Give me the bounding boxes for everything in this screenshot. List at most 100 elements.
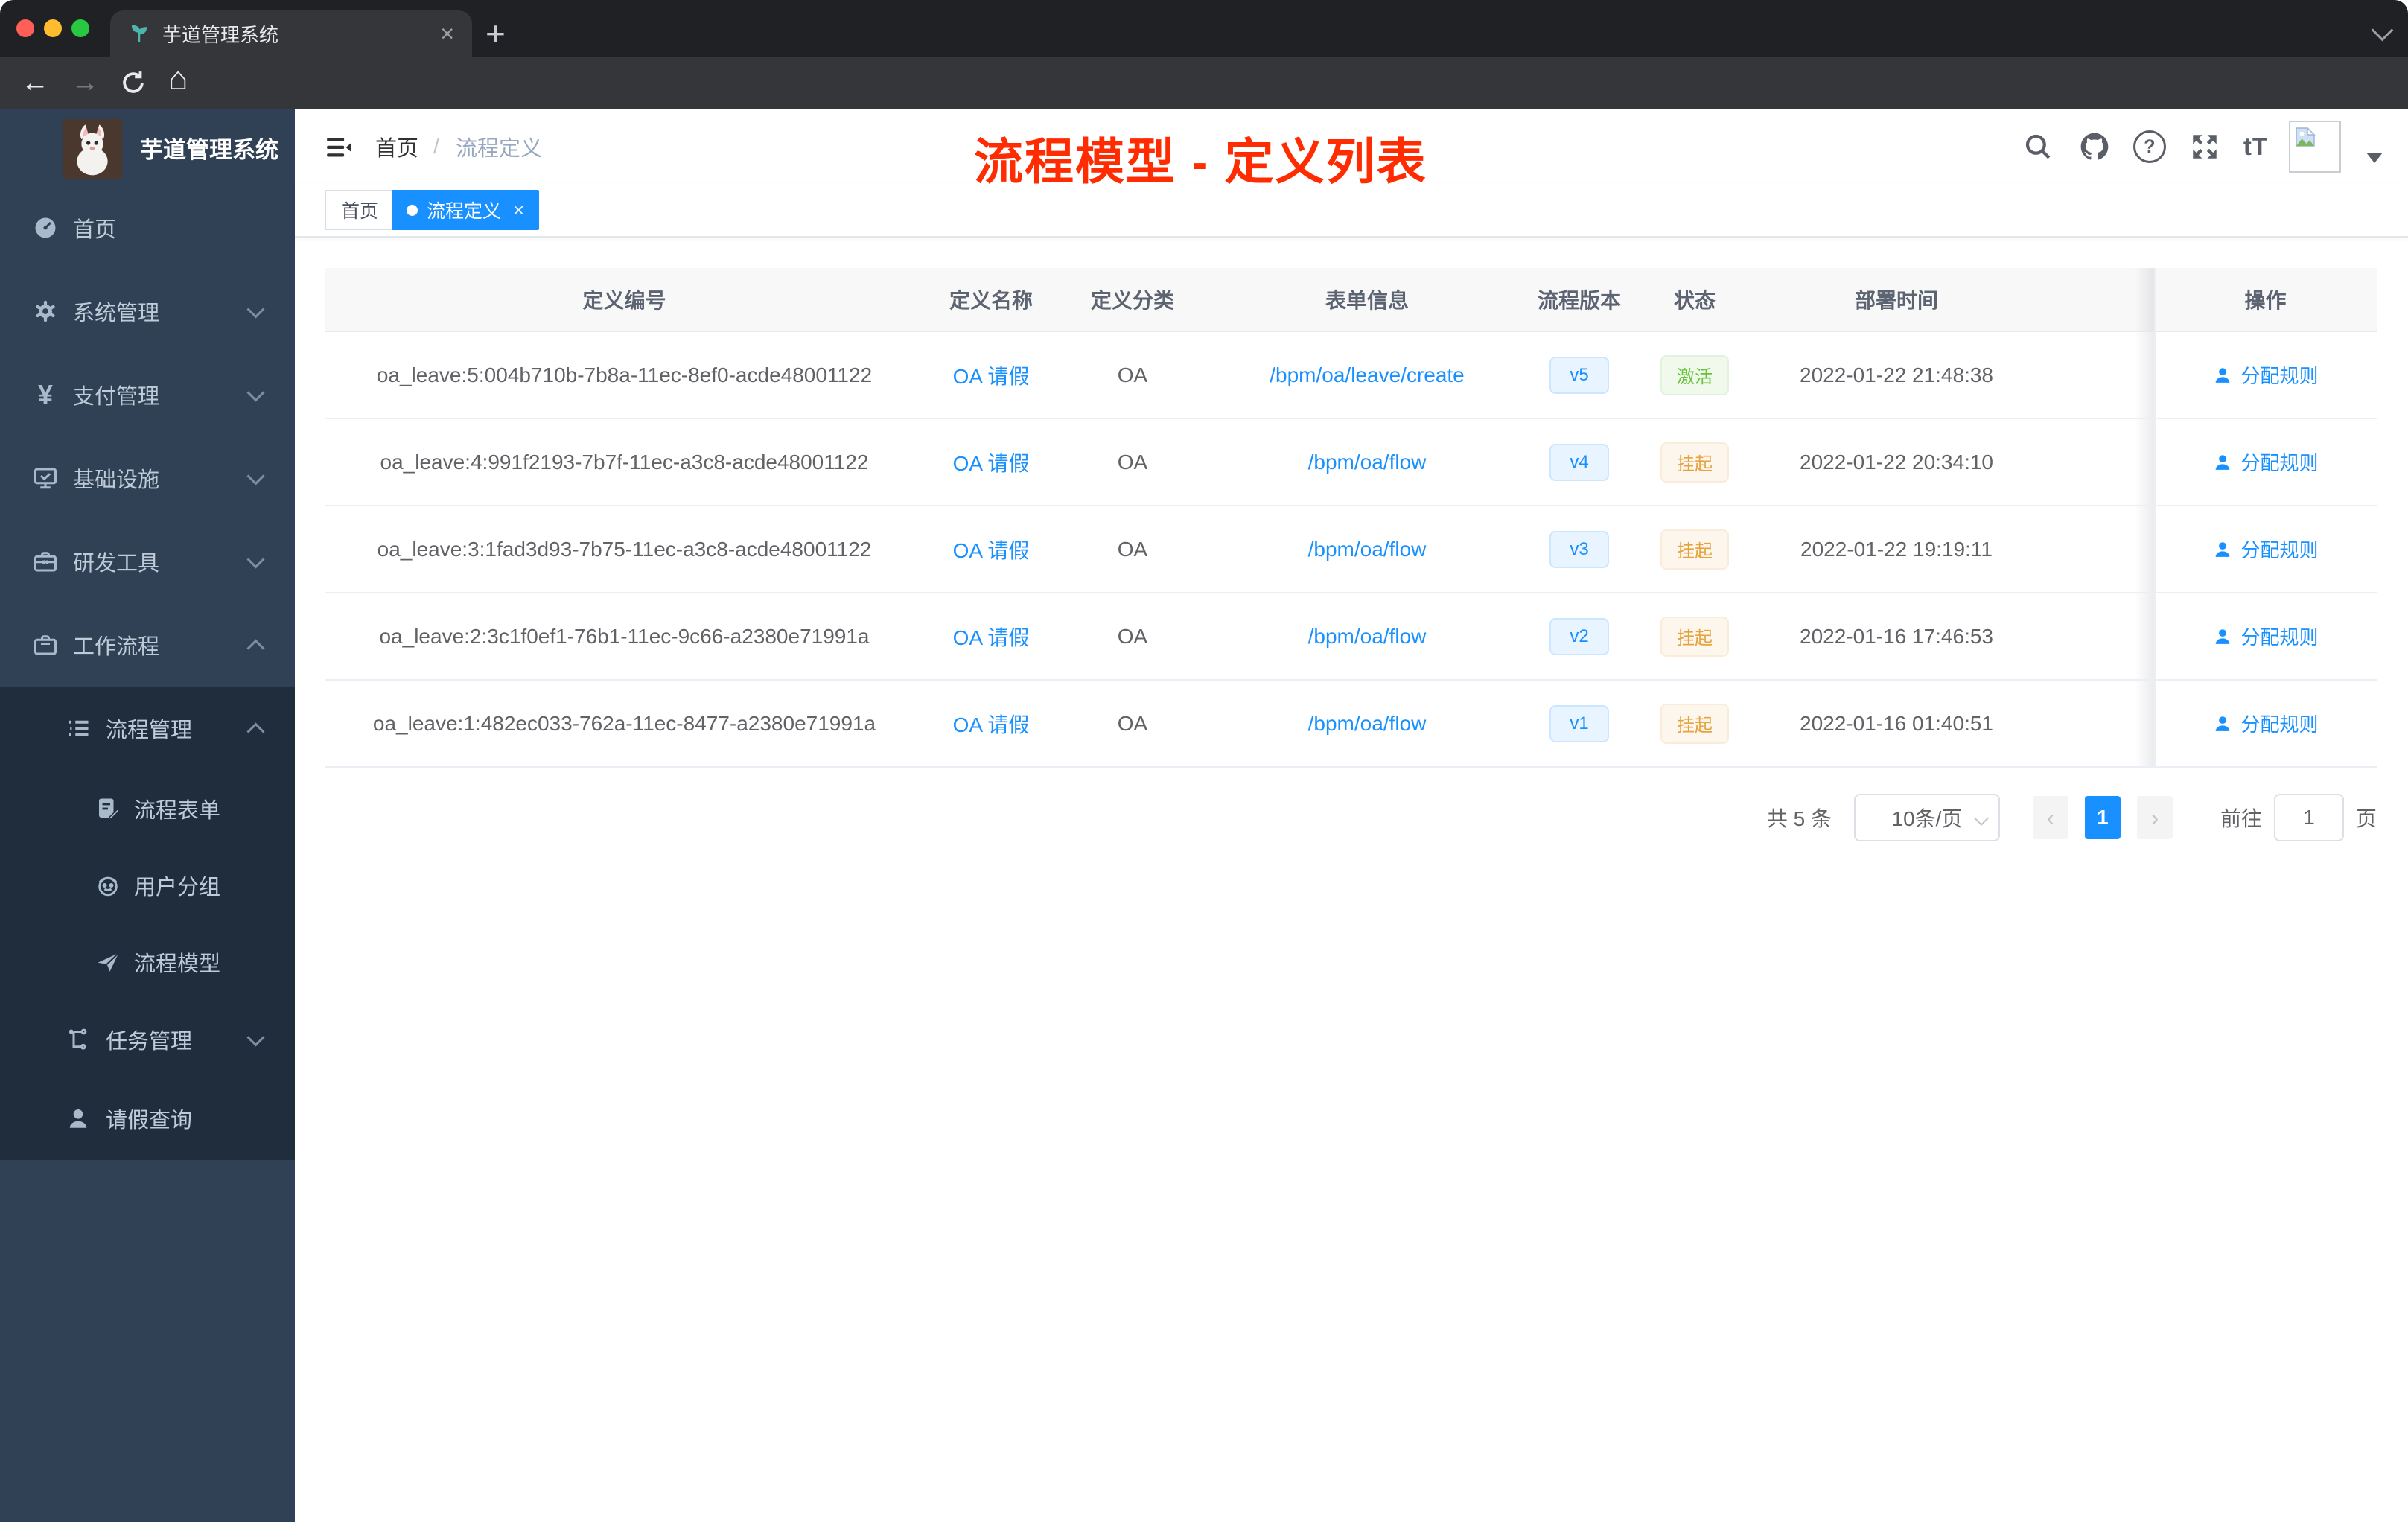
- user-group-face-icon: [94, 871, 122, 899]
- status-badge: 挂起: [1660, 703, 1729, 744]
- sidebar-item-payment[interactable]: ¥ 支付管理: [0, 353, 295, 436]
- page-size-select[interactable]: 10条/页: [1853, 794, 2000, 841]
- sidebar-item-workflow[interactable]: 工作流程: [0, 603, 295, 687]
- page-number-button[interactable]: 1: [2084, 796, 2121, 839]
- form-link[interactable]: /bpm/oa/flow: [1308, 538, 1427, 561]
- tag-close-icon[interactable]: ×: [513, 200, 524, 220]
- sidebar-item-system[interactable]: 系统管理: [0, 270, 295, 353]
- sidebar-item-process-management[interactable]: 流程管理: [0, 687, 295, 770]
- task-tree-icon: [64, 1025, 92, 1054]
- sidebar-item-user-group[interactable]: 用户分组: [0, 847, 295, 923]
- favicon-sprout-icon: [128, 22, 150, 45]
- user-icon: [2216, 716, 2230, 731]
- definition-name-link[interactable]: OA 请假: [953, 360, 1030, 390]
- tags-view-bar: 首页 流程定义 ×: [295, 184, 2408, 238]
- tag-process-definition[interactable]: 流程定义 ×: [392, 190, 540, 230]
- definition-id: oa_leave:4:991f2193-7b7f-11ec-a3c8-acde4…: [380, 450, 869, 474]
- goto-page-input[interactable]: [2273, 794, 2344, 841]
- definition-id: oa_leave:3:1fad3d93-7b75-11ec-a3c8-acde4…: [377, 537, 872, 561]
- sidebar-logo-row[interactable]: 芋道管理系统: [0, 109, 295, 186]
- reload-icon[interactable]: [119, 69, 147, 97]
- search-icon[interactable]: [2020, 129, 2056, 165]
- definition-id: oa_leave:5:004b710b-7b8a-11ec-8ef0-acde4…: [376, 363, 873, 386]
- tab-title: 芋道管理系统: [162, 23, 279, 46]
- forward-icon[interactable]: →: [71, 66, 99, 99]
- home-icon[interactable]: ⌂: [168, 63, 188, 95]
- next-page-button[interactable]: ›: [2136, 796, 2173, 839]
- github-icon[interactable]: [2077, 129, 2112, 165]
- deploy-time: 2022-01-16 01:40:51: [1800, 711, 1993, 735]
- sidebar-item-home[interactable]: 首页: [0, 186, 295, 270]
- status-badge: 挂起: [1660, 616, 1729, 657]
- assign-rule-button[interactable]: 分配规则: [2212, 361, 2319, 389]
- back-icon[interactable]: ←: [21, 66, 49, 99]
- column-header: 定义分类: [1090, 289, 1174, 312]
- user-icon: [2216, 367, 2230, 383]
- tag-label: 首页: [341, 201, 379, 222]
- sidebar-item-task-management[interactable]: 任务管理: [0, 1000, 295, 1079]
- table-row: oa_leave:3:1fad3d93-7b75-11ec-a3c8-acde4…: [325, 506, 2377, 593]
- sidebar-item-infrastructure[interactable]: 基础设施: [0, 436, 295, 520]
- tag-home[interactable]: 首页: [325, 190, 395, 230]
- assign-rule-button[interactable]: 分配规则: [2212, 448, 2319, 476]
- form-link[interactable]: /bpm/oa/leave/create: [1270, 363, 1465, 387]
- sidebar-collapse-icon[interactable]: [325, 133, 353, 162]
- sidebar-item-process-form[interactable]: 流程表单: [0, 770, 295, 847]
- breadcrumb-separator: /: [433, 134, 440, 159]
- form-link[interactable]: /bpm/oa/flow: [1308, 712, 1427, 736]
- user-icon: [2216, 454, 2230, 470]
- definition-name-link[interactable]: OA 请假: [953, 448, 1030, 477]
- sidebar-item-process-model[interactable]: 流程模型: [0, 923, 295, 1000]
- navbar-actions: ? tT: [2020, 109, 2383, 184]
- screenshot-root: { "browser": { "tab_title": "芋道管理系统", "n…: [0, 0, 2408, 1522]
- window-minimize-button[interactable]: [44, 19, 62, 37]
- avatar-caret-icon[interactable]: [2366, 153, 2383, 163]
- action-label: 分配规则: [2240, 452, 2319, 474]
- version-badge: v3: [1549, 530, 1609, 568]
- help-icon[interactable]: ?: [2133, 130, 2166, 163]
- chevron-down-icon: [246, 1028, 265, 1047]
- browser-tab[interactable]: 芋道管理系统 ×: [110, 10, 472, 57]
- sidebar-item-leave-query[interactable]: 请假查询: [0, 1079, 295, 1158]
- fullscreen-icon[interactable]: [2187, 129, 2223, 165]
- prev-page-button[interactable]: ‹: [2032, 796, 2068, 839]
- definition-name-link[interactable]: OA 请假: [953, 709, 1030, 739]
- definition-name-link[interactable]: OA 请假: [953, 535, 1030, 564]
- sidebar: 芋道管理系统 首页 系统管理 ¥ 支付管理 基础设施 研发工具 工作流程 流程管…: [0, 109, 295, 1522]
- form-link[interactable]: /bpm/oa/flow: [1308, 450, 1427, 474]
- font-size-icon[interactable]: tT: [2243, 133, 2268, 161]
- form-link[interactable]: /bpm/oa/flow: [1308, 625, 1427, 649]
- dashboard-icon: [31, 214, 60, 242]
- chevron-down-icon: [246, 299, 265, 319]
- definition-id: oa_leave:1:482ec033-762a-11ec-8477-a2380…: [372, 711, 876, 735]
- assign-rule-button[interactable]: 分配规则: [2212, 710, 2319, 737]
- window-zoom-button[interactable]: [71, 19, 89, 37]
- definition-category: OA: [1117, 624, 1148, 648]
- sidebar-item-devtools[interactable]: 研发工具: [0, 520, 295, 603]
- tab-search-caret-icon[interactable]: [2371, 19, 2394, 42]
- column-header: 定义编号: [582, 289, 666, 312]
- sidebar-item-label: 流程表单: [134, 798, 221, 823]
- new-tab-button[interactable]: +: [485, 12, 506, 55]
- chevron-down-icon: [246, 550, 265, 569]
- sidebar-item-label: 首页: [73, 218, 117, 242]
- avatar[interactable]: [2289, 121, 2341, 173]
- assign-rule-button[interactable]: 分配规则: [2212, 535, 2319, 563]
- broken-image-icon: [2296, 127, 2316, 147]
- user-icon: [2216, 628, 2230, 644]
- assign-rule-button[interactable]: 分配规则: [2212, 623, 2319, 650]
- browser-toolbar: ← → ⌂ 不安全 dashboard.yudao.iocoder.cn/bpm…: [0, 57, 2408, 162]
- logo-rabbit-avatar: [63, 119, 122, 179]
- definition-name-link[interactable]: OA 请假: [953, 622, 1030, 652]
- tab-close-icon[interactable]: ×: [440, 22, 454, 45]
- action-label: 分配规则: [2240, 365, 2319, 387]
- navbar: 首页 / 流程定义 ? tT: [295, 109, 2408, 184]
- form-edit-icon: [94, 795, 122, 823]
- version-badge: v5: [1549, 356, 1609, 394]
- page-unit-label: 页: [2355, 807, 2377, 830]
- sidebar-item-label: 系统管理: [73, 302, 160, 325]
- window-close-button[interactable]: [16, 19, 34, 37]
- pagination: 共 5 条 10条/页 ‹ 1 › 前往 页: [325, 792, 2377, 844]
- table-row: oa_leave:5:004b710b-7b8a-11ec-8ef0-acde4…: [325, 332, 2377, 419]
- breadcrumb-home[interactable]: 首页: [375, 109, 418, 184]
